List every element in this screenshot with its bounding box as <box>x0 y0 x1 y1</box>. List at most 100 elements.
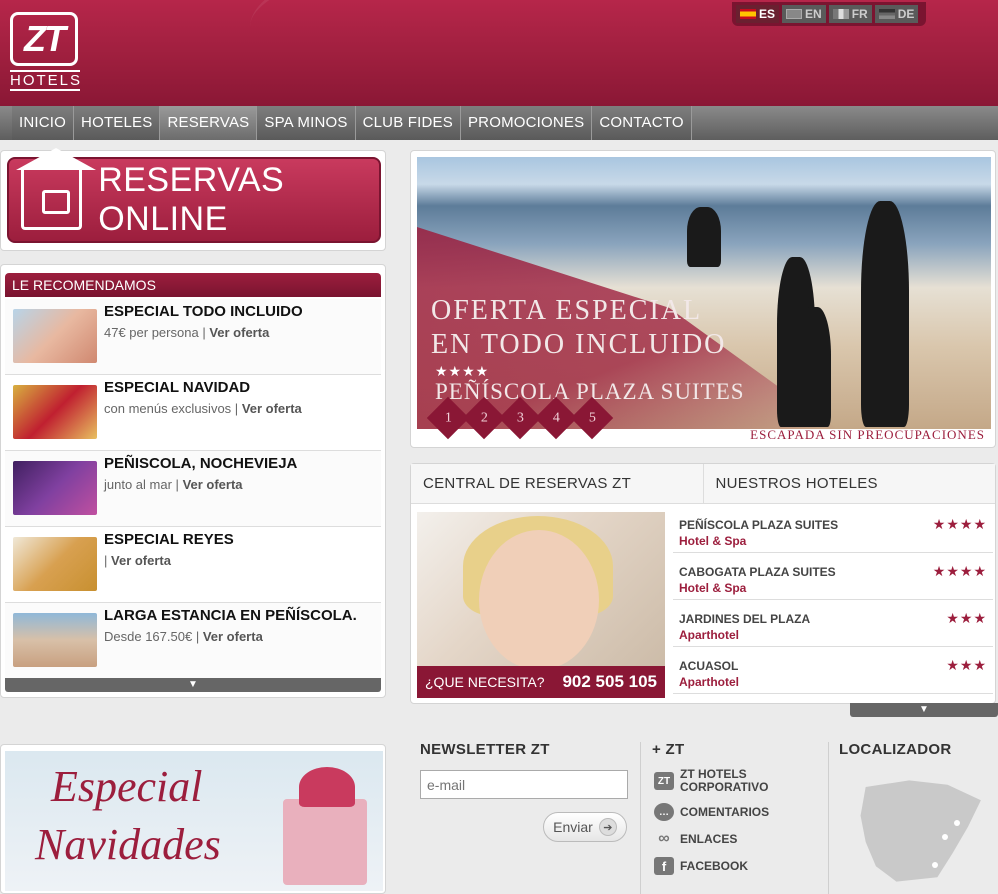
list-item[interactable]: PEÑISCOLA, NOCHEVIEJA junto al mar | Ver… <box>5 451 381 527</box>
offer-title[interactable]: PEÑISCOLA, NOCHEVIEJA <box>104 455 297 472</box>
spain-map[interactable] <box>860 780 981 882</box>
nav-contacto[interactable]: CONTACTO <box>592 106 692 140</box>
zt-hotels-logo[interactable]: ZT HOTELS <box>10 12 82 92</box>
chevron-down-icon: ▼ <box>188 679 198 690</box>
lang-de[interactable]: DE <box>874 5 919 23</box>
ver-oferta-link[interactable]: Ver oferta <box>242 401 302 416</box>
ver-oferta-link[interactable]: Ver oferta <box>203 629 263 644</box>
map-marker[interactable] <box>932 862 938 868</box>
offer-subtitle: 47€ per persona | Ver oferta <box>104 325 269 340</box>
hero-title-line1: OFERTA ESPECIAL <box>431 295 703 326</box>
recommendations-panel: LE RECOMENDAMOS ESPECIAL TODO INCLUIDO 4… <box>0 264 386 698</box>
link-label: ENLACES <box>680 831 738 846</box>
lang-code: FR <box>851 7 868 21</box>
enviar-button[interactable]: Enviar ➔ <box>543 812 627 842</box>
navidades-banner[interactable]: Especial Navidades <box>0 744 386 894</box>
call-center-image[interactable]: ¿QUE NECESITA? 902 505 105 <box>417 512 665 698</box>
silhouette-father <box>861 201 909 427</box>
slide-number: 1 <box>444 410 452 425</box>
email-field[interactable] <box>420 770 628 799</box>
list-item[interactable]: PEÑÍSCOLA PLAZA SUITES Hotel & Spa ★★★★ <box>673 506 993 553</box>
link-enlaces[interactable]: ∞ ENLACES <box>654 830 770 848</box>
separator: | <box>175 477 179 492</box>
offer-title[interactable]: ESPECIAL NAVIDAD <box>104 379 250 396</box>
offer-title[interactable]: ESPECIAL TODO INCLUIDO <box>104 303 303 320</box>
hotel-name[interactable]: PEÑÍSCOLA PLAZA SUITES <box>679 518 838 532</box>
offer-subtitle: Desde 167.50€ | Ver oferta <box>104 629 263 644</box>
lang-es[interactable]: ES <box>736 5 780 23</box>
ver-oferta-link[interactable]: Ver oferta <box>209 325 269 340</box>
list-item[interactable]: ESPECIAL REYES | Ver oferta <box>5 527 381 603</box>
silhouette-baby <box>687 207 721 267</box>
hotel-type: Hotel & Spa <box>679 534 747 548</box>
offer-sub-text: Desde 167.50€ <box>104 629 193 644</box>
list-item[interactable]: ACUASOL Aparthotel ★★★ <box>673 647 993 694</box>
offer-thumbnail[interactable] <box>13 461 97 515</box>
separator: | <box>202 325 206 340</box>
list-item[interactable]: JARDINES DEL PLAZA Aparthotel ★★★ <box>673 600 993 647</box>
link-facebook[interactable]: f FACEBOOK <box>654 857 770 875</box>
hero-title-line2: EN TODO INCLUIDO <box>431 329 727 360</box>
offer-title[interactable]: LARGA ESTANCIA EN PEÑÍSCOLA. <box>104 607 357 624</box>
logo-mark: ZT <box>10 12 78 66</box>
localizador-title: LOCALIZADOR <box>839 741 952 758</box>
list-item[interactable]: CABOGATA PLAZA SUITES Hotel & Spa ★★★★ <box>673 553 993 600</box>
ver-oferta-link[interactable]: Ver oferta <box>111 553 171 568</box>
offer-thumbnail[interactable] <box>13 385 97 439</box>
beach-family-image[interactable]: OFERTA ESPECIAL EN TODO INCLUIDO ★★★★ PE… <box>417 157 991 429</box>
nav-promociones[interactable]: PROMOCIONES <box>460 106 593 140</box>
phone-number[interactable]: 902 505 105 <box>562 672 657 692</box>
lang-code: ES <box>759 7 776 21</box>
lang-code: DE <box>897 7 915 21</box>
map-marker[interactable] <box>954 820 960 826</box>
hotels-scroll-down-button[interactable]: ▼ <box>850 703 998 717</box>
list-item[interactable]: LARGA ESTANCIA EN PEÑÍSCOLA. Desde 167.5… <box>5 603 381 679</box>
arrow-right-icon: ➔ <box>598 818 617 836</box>
offer-subtitle: junto al mar | Ver oferta <box>104 477 243 492</box>
link-corporativo[interactable]: ZT ZT HOTELS CORPORATIVO <box>654 768 770 794</box>
offer-thumbnail[interactable] <box>13 309 97 363</box>
list-item[interactable]: ESPECIAL TODO INCLUIDO 47€ per persona |… <box>5 299 381 375</box>
lang-en[interactable]: EN <box>782 5 826 23</box>
link-comentarios[interactable]: … COMENTARIOS <box>654 803 770 821</box>
offer-thumbnail[interactable] <box>13 537 97 591</box>
star-rating: ★★★★ <box>932 563 987 579</box>
zt-icon: ZT <box>654 772 674 790</box>
hotel-list: PEÑÍSCOLA PLAZA SUITES Hotel & Spa ★★★★ … <box>673 506 993 694</box>
hero-banner: OFERTA ESPECIAL EN TODO INCLUIDO ★★★★ PE… <box>410 150 996 448</box>
spain-flag-icon <box>740 9 756 19</box>
hotel-name[interactable]: CABOGATA PLAZA SUITES <box>679 565 836 579</box>
hotel-type: Aparthotel <box>679 628 739 642</box>
offer-title[interactable]: ESPECIAL REYES <box>104 531 234 548</box>
lang-code: EN <box>805 7 822 21</box>
star-rating: ★★★ <box>946 610 987 626</box>
reservas-online-button[interactable]: RESERVAS ONLINE <box>7 148 381 243</box>
map-marker[interactable] <box>942 834 948 840</box>
slide-dot-5[interactable]: 5 <box>570 396 614 440</box>
nav-club-fides[interactable]: CLUB FIDES <box>355 106 461 140</box>
tab-central-reservas[interactable]: CENTRAL DE RESERVAS ZT <box>411 464 704 503</box>
list-item[interactable]: ESPECIAL NAVIDAD con menús exclusivos | … <box>5 375 381 451</box>
hotel-name[interactable]: ACUASOL <box>679 659 738 673</box>
recommendations-header: LE RECOMENDAMOS <box>5 273 381 297</box>
offer-subtitle: con menús exclusivos | Ver oferta <box>104 401 302 416</box>
separator: | <box>195 629 200 644</box>
star-rating: ★★★★ <box>932 516 987 532</box>
tab-nuestros-hoteles[interactable]: NUESTROS HOTELES <box>703 464 995 503</box>
link-label: FACEBOOK <box>680 858 749 873</box>
nav-hoteles[interactable]: HOTELES <box>74 106 161 140</box>
nav-inicio[interactable]: INICIO <box>12 106 75 140</box>
ver-oferta-link[interactable]: Ver oferta <box>183 477 243 492</box>
offer-sub-text: junto al mar <box>104 477 172 492</box>
nav-reservas[interactable]: RESERVAS <box>160 106 258 140</box>
chevron-down-icon: ▼ <box>919 704 929 715</box>
slide-number: 3 <box>516 410 524 425</box>
slide-number: 2 <box>480 410 488 425</box>
lang-fr[interactable]: FR <box>828 5 872 23</box>
nav-spa-minos[interactable]: SPA MINOS <box>257 106 356 140</box>
offer-thumbnail[interactable] <box>13 613 97 667</box>
more-zt-links: ZT ZT HOTELS CORPORATIVO … COMENTARIOS ∞… <box>654 768 770 884</box>
hotel-name[interactable]: JARDINES DEL PLAZA <box>679 612 810 626</box>
offer-subtitle: | Ver oferta <box>104 553 171 568</box>
scroll-down-button[interactable]: ▼ <box>5 678 381 692</box>
